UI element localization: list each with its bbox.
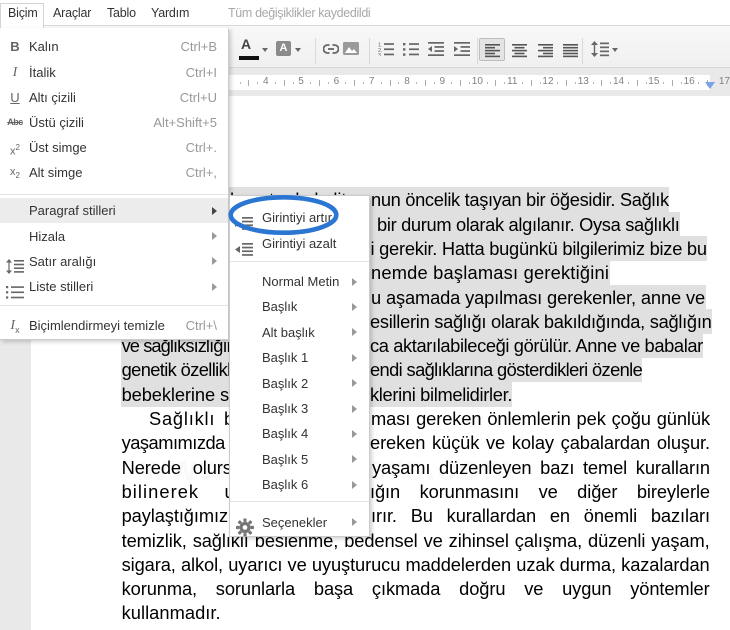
svg-text:3.: 3. bbox=[378, 53, 383, 56]
